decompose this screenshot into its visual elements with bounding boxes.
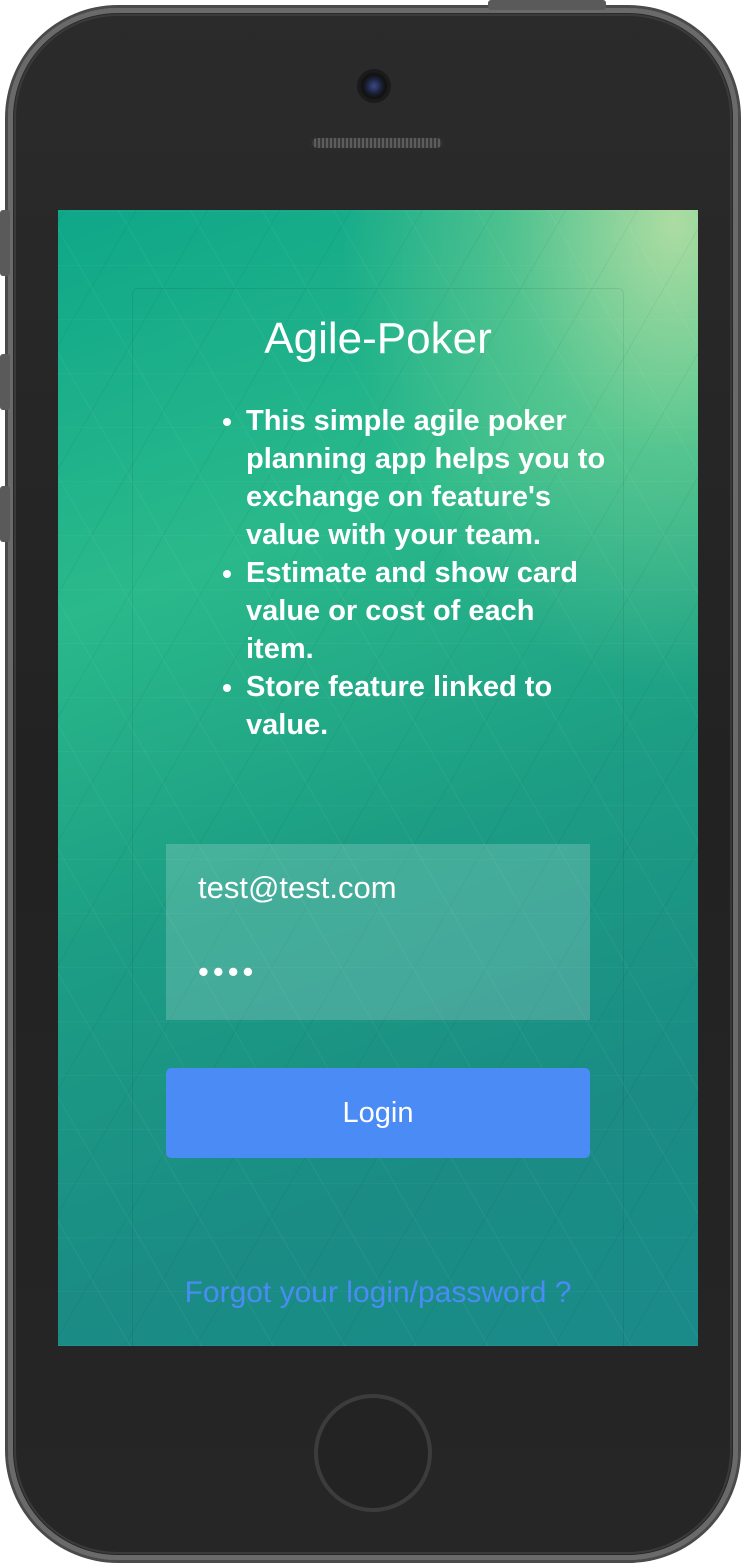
- app-screen: Agile-Poker This simple agile poker plan…: [58, 210, 698, 1346]
- home-button-icon[interactable]: [314, 1394, 432, 1512]
- feature-list: This simple agile poker planning app hel…: [206, 402, 606, 744]
- login-form: [166, 844, 590, 1020]
- forgot-password-link[interactable]: Forgot your login/password ?: [58, 1276, 698, 1310]
- volume-down-button: [0, 486, 10, 542]
- email-field[interactable]: [198, 858, 568, 918]
- power-button: [488, 0, 606, 10]
- app-title: Agile-Poker: [264, 314, 492, 363]
- feature-item: Estimate and show card value or cost of …: [246, 554, 606, 668]
- login-button[interactable]: Login: [166, 1068, 590, 1158]
- feature-item: Store feature linked to value.: [246, 668, 606, 744]
- feature-item: This simple agile poker planning app hel…: [246, 402, 606, 554]
- speaker-grille-icon: [310, 136, 444, 150]
- mute-switch: [0, 210, 10, 276]
- password-field[interactable]: [198, 942, 568, 1002]
- camera-icon: [360, 72, 388, 100]
- volume-up-button: [0, 354, 10, 410]
